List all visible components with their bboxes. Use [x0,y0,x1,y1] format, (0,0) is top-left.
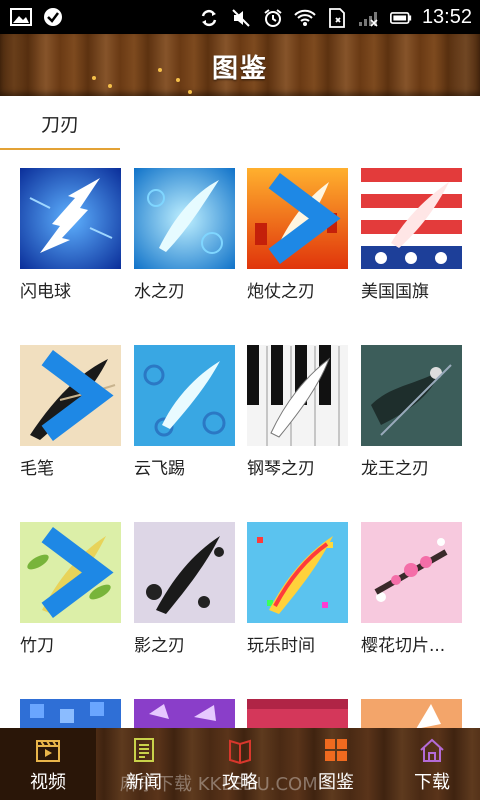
blade-thumbnail [361,522,462,623]
blade-thumbnail [361,699,462,728]
blade-label: 炮仗之刃 [247,282,315,302]
blade-thumbnail [134,699,235,728]
download-icon [420,738,444,762]
category-tabs: 刀刃 [0,96,480,151]
image-icon [10,6,32,28]
chevron-right-icon [41,527,114,618]
blade-thumbnail [361,168,462,269]
check-circle-icon [42,6,64,28]
blade-thumbnail [361,345,462,446]
blade-thumbnail [134,345,235,446]
news-icon [134,738,154,762]
alarm-icon [262,7,284,29]
blade-label: 樱花切片... [361,636,446,656]
blade-thumbnail [134,168,235,269]
guide-icon [229,739,251,764]
blade-item[interactable] [361,699,462,728]
nav-label: 下载 [414,772,450,793]
nav-label: 视频 [30,772,66,793]
blade-thumbnail [134,522,235,623]
sync-icon [198,7,220,29]
blade-label: 美国国旗 [361,282,429,302]
blade-thumbnail [20,345,121,446]
blade-item-piano-blade[interactable]: 钢琴之刃 [247,345,348,479]
blade-item-cloud-kick[interactable]: 云飞踢 [134,345,235,479]
blade-item-american-flag[interactable]: 美国国旗 [361,168,462,302]
blade-item-dragon-king-blade[interactable]: 龙王之刃 [361,345,462,479]
tab-blades[interactable]: 刀刃 [0,96,120,151]
blade-item[interactable] [20,699,121,728]
blade-item-bamboo-blade[interactable]: 竹刀 [20,522,121,656]
blade-label: 闪电球 [20,282,71,302]
status-bar: 13:52 [0,0,480,34]
page-title: 图鉴 [211,54,268,84]
blade-label: 毛笔 [20,459,54,479]
blade-thumbnail [247,522,348,623]
blade-item[interactable] [134,699,235,728]
catalog-icon [325,739,347,761]
blade-label: 钢琴之刃 [247,459,315,479]
mute-icon [230,7,252,29]
blade-thumbnail [247,345,348,446]
blade-thumbnail [20,168,121,269]
blade-item-brush[interactable]: 毛笔 [20,345,121,479]
blade-label: 云飞踢 [134,459,185,479]
blade-grid: 闪电球 水之刃 炮仗之刃 美国国旗 毛笔 云飞踢 钢琴之刃 龙王之刃 竹刀 影之… [0,150,480,728]
video-icon [36,740,60,762]
blade-item-playtime[interactable]: 玩乐时间 [247,522,348,656]
app-header: 图鉴 [0,34,480,96]
blade-item[interactable] [247,699,348,728]
blade-thumbnail [20,522,121,623]
chevron-right-icon [41,350,114,441]
nav-download[interactable]: 下载 [384,728,480,800]
blade-label: 影之刃 [134,636,185,656]
blade-item-sakura-slice[interactable]: 樱花切片... [361,522,462,656]
tab-label: 刀刃 [40,113,79,136]
blade-thumbnail [247,699,348,728]
blade-thumbnail [247,168,348,269]
nav-video[interactable]: 视频 [0,728,96,800]
sim-icon [326,7,348,29]
chevron-right-icon [268,173,341,264]
blade-label: 水之刃 [134,282,185,302]
blade-label: 玩乐时间 [247,636,315,656]
status-time: 13:52 [421,6,472,28]
battery-icon [389,7,412,29]
watermark-text: 麻乐下载 KKLEDU.COM [120,774,318,795]
blade-item-water-blade[interactable]: 水之刃 [134,168,235,302]
spark-decoration [188,90,192,94]
signal-icon [358,7,380,29]
blade-item-shadow-blade[interactable]: 影之刃 [134,522,235,656]
wifi-icon [294,7,316,29]
blade-thumbnail [20,699,121,728]
blade-item-firecracker-blade[interactable]: 炮仗之刃 [247,168,348,302]
blade-label: 竹刀 [20,636,54,656]
blade-label: 龙王之刃 [361,459,429,479]
blade-item-lightning-ball[interactable]: 闪电球 [20,168,121,302]
